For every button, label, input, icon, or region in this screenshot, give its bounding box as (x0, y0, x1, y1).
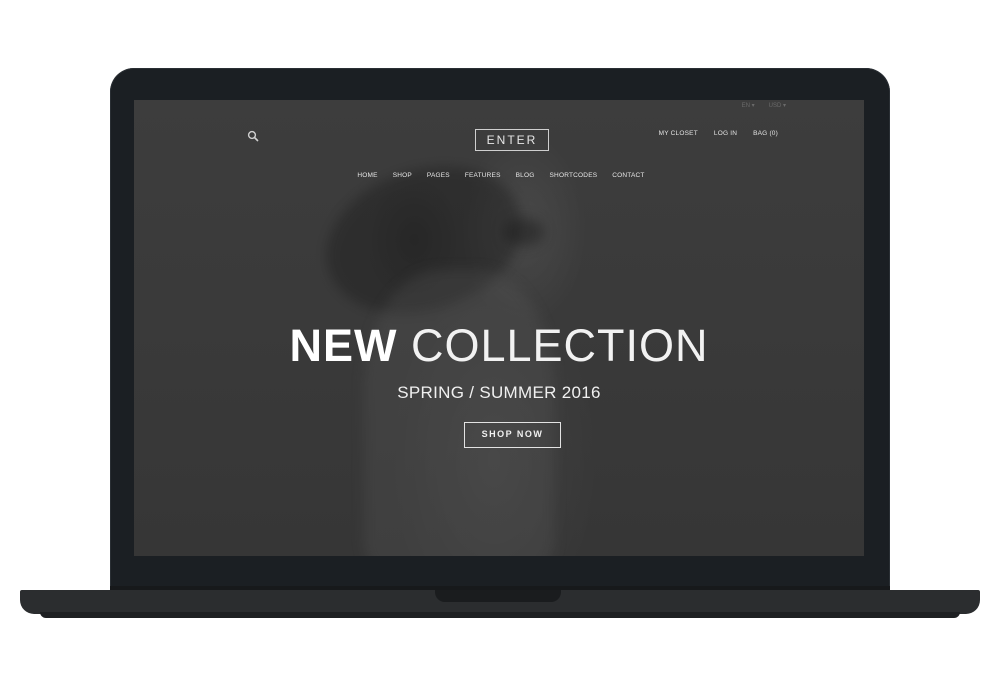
hero-title-bold: NEW (289, 320, 398, 371)
laptop-opening-notch (435, 590, 561, 602)
nav-item-contact[interactable]: CONTACT (612, 172, 644, 179)
nav-item-home[interactable]: HOME (357, 172, 377, 179)
hero-subtitle: SPRING / SUMMER 2016 (397, 383, 601, 402)
currency-select[interactable]: USD ▾ (769, 102, 786, 109)
nav-item-features[interactable]: FEATURES (465, 172, 501, 179)
laptop-mockup: EN ▾ USD ▾ ENTER MY CLOSET LOG IN BAG (0… (0, 0, 1000, 700)
hero-photo-figure (364, 270, 554, 556)
language-select[interactable]: EN ▾ (742, 102, 755, 109)
shop-now-button[interactable]: SHOP NOW (464, 422, 561, 448)
search-icon[interactable] (247, 130, 259, 142)
hero-title: NEW COLLECTION (134, 318, 864, 374)
main-nav: HOME SHOP PAGES FEATURES BLOG SHORTCODES… (134, 172, 864, 179)
bag-link[interactable]: BAG (0) (753, 130, 778, 137)
login-link[interactable]: LOG IN (714, 130, 737, 137)
account-links: MY CLOSET LOG IN BAG (0) (659, 130, 778, 137)
nav-item-shop[interactable]: SHOP (393, 172, 412, 179)
nav-item-blog[interactable]: BLOG (516, 172, 535, 179)
laptop-base-foot (40, 612, 960, 618)
hero-title-light: COLLECTION (410, 320, 709, 371)
nav-item-pages[interactable]: PAGES (427, 172, 450, 179)
hero-photo-hand (504, 218, 544, 246)
utility-links: EN ▾ USD ▾ (742, 102, 786, 109)
site-logo[interactable]: ENTER (475, 129, 549, 151)
laptop-screen: EN ▾ USD ▾ ENTER MY CLOSET LOG IN BAG (0… (134, 100, 864, 556)
nav-item-shortcodes[interactable]: SHORTCODES (550, 172, 598, 179)
my-closet-link[interactable]: MY CLOSET (659, 130, 698, 137)
